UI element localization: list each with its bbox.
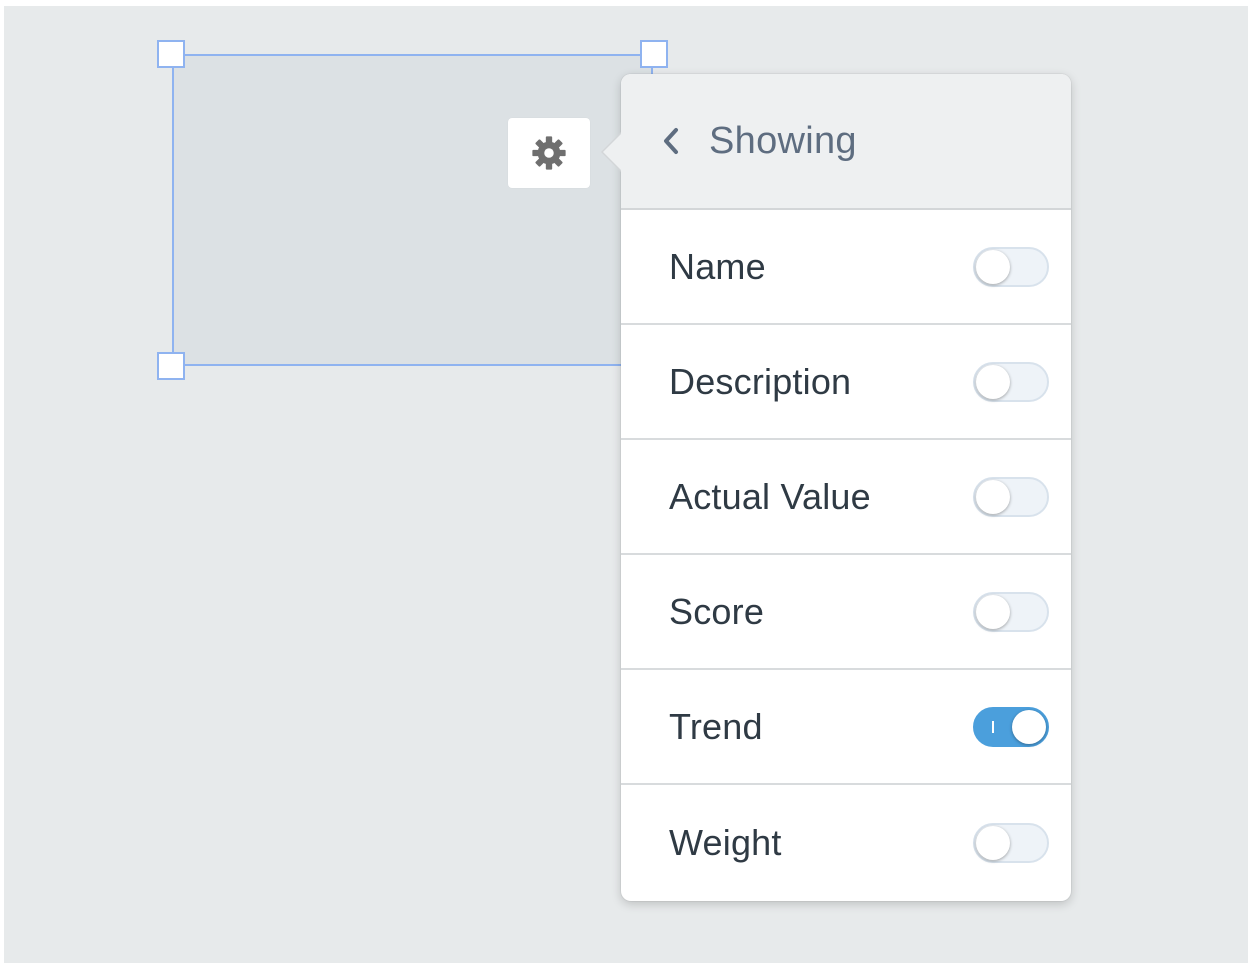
- option-label-weight: Weight: [669, 821, 782, 863]
- toggle-actual-value[interactable]: [973, 476, 1049, 517]
- toggle-knob: [976, 594, 1010, 629]
- options-list: Name Description Actual Value Score Trend Wei…: [621, 210, 1071, 900]
- toggle-trend[interactable]: [973, 706, 1049, 747]
- toggle-knob: [976, 825, 1010, 860]
- option-label-description: Description: [669, 360, 852, 402]
- panel-pointer-fill: [603, 134, 621, 170]
- resize-handle-top-left[interactable]: [157, 40, 185, 68]
- toggle-knob: [976, 249, 1010, 284]
- toggle-knob: [976, 479, 1010, 514]
- option-row-weight: Weight: [621, 785, 1071, 900]
- chevron-left-icon[interactable]: [659, 126, 683, 156]
- panel-title: Showing: [709, 119, 857, 162]
- option-row-description: Description: [621, 325, 1071, 440]
- option-label-score: Score: [669, 590, 765, 632]
- widget-settings-button[interactable]: [508, 118, 590, 188]
- toggle-knob: [1012, 709, 1046, 744]
- resize-handle-top-right[interactable]: [640, 40, 668, 68]
- resize-handle-bottom-left[interactable]: [157, 352, 185, 380]
- option-label-actual-value: Actual Value: [669, 475, 871, 517]
- toggle-name[interactable]: [973, 246, 1049, 287]
- option-row-score: Score: [621, 555, 1071, 670]
- toggle-on-indicator: [992, 720, 994, 733]
- showing-options-panel: Showing Name Description Actual Value Score…: [601, 74, 1071, 901]
- option-label-trend: Trend: [669, 705, 763, 747]
- toggle-weight[interactable]: [973, 822, 1049, 863]
- gear-icon: [532, 136, 566, 170]
- toggle-knob: [976, 364, 1010, 399]
- option-row-name: Name: [621, 210, 1071, 325]
- option-row-actual-value: Actual Value: [621, 440, 1071, 555]
- panel-back-header[interactable]: Showing: [621, 74, 1071, 210]
- selected-widget[interactable]: [172, 54, 653, 366]
- option-label-name: Name: [669, 245, 766, 287]
- toggle-score[interactable]: [973, 591, 1049, 632]
- option-row-trend: Trend: [621, 670, 1071, 785]
- toggle-description[interactable]: [973, 361, 1049, 402]
